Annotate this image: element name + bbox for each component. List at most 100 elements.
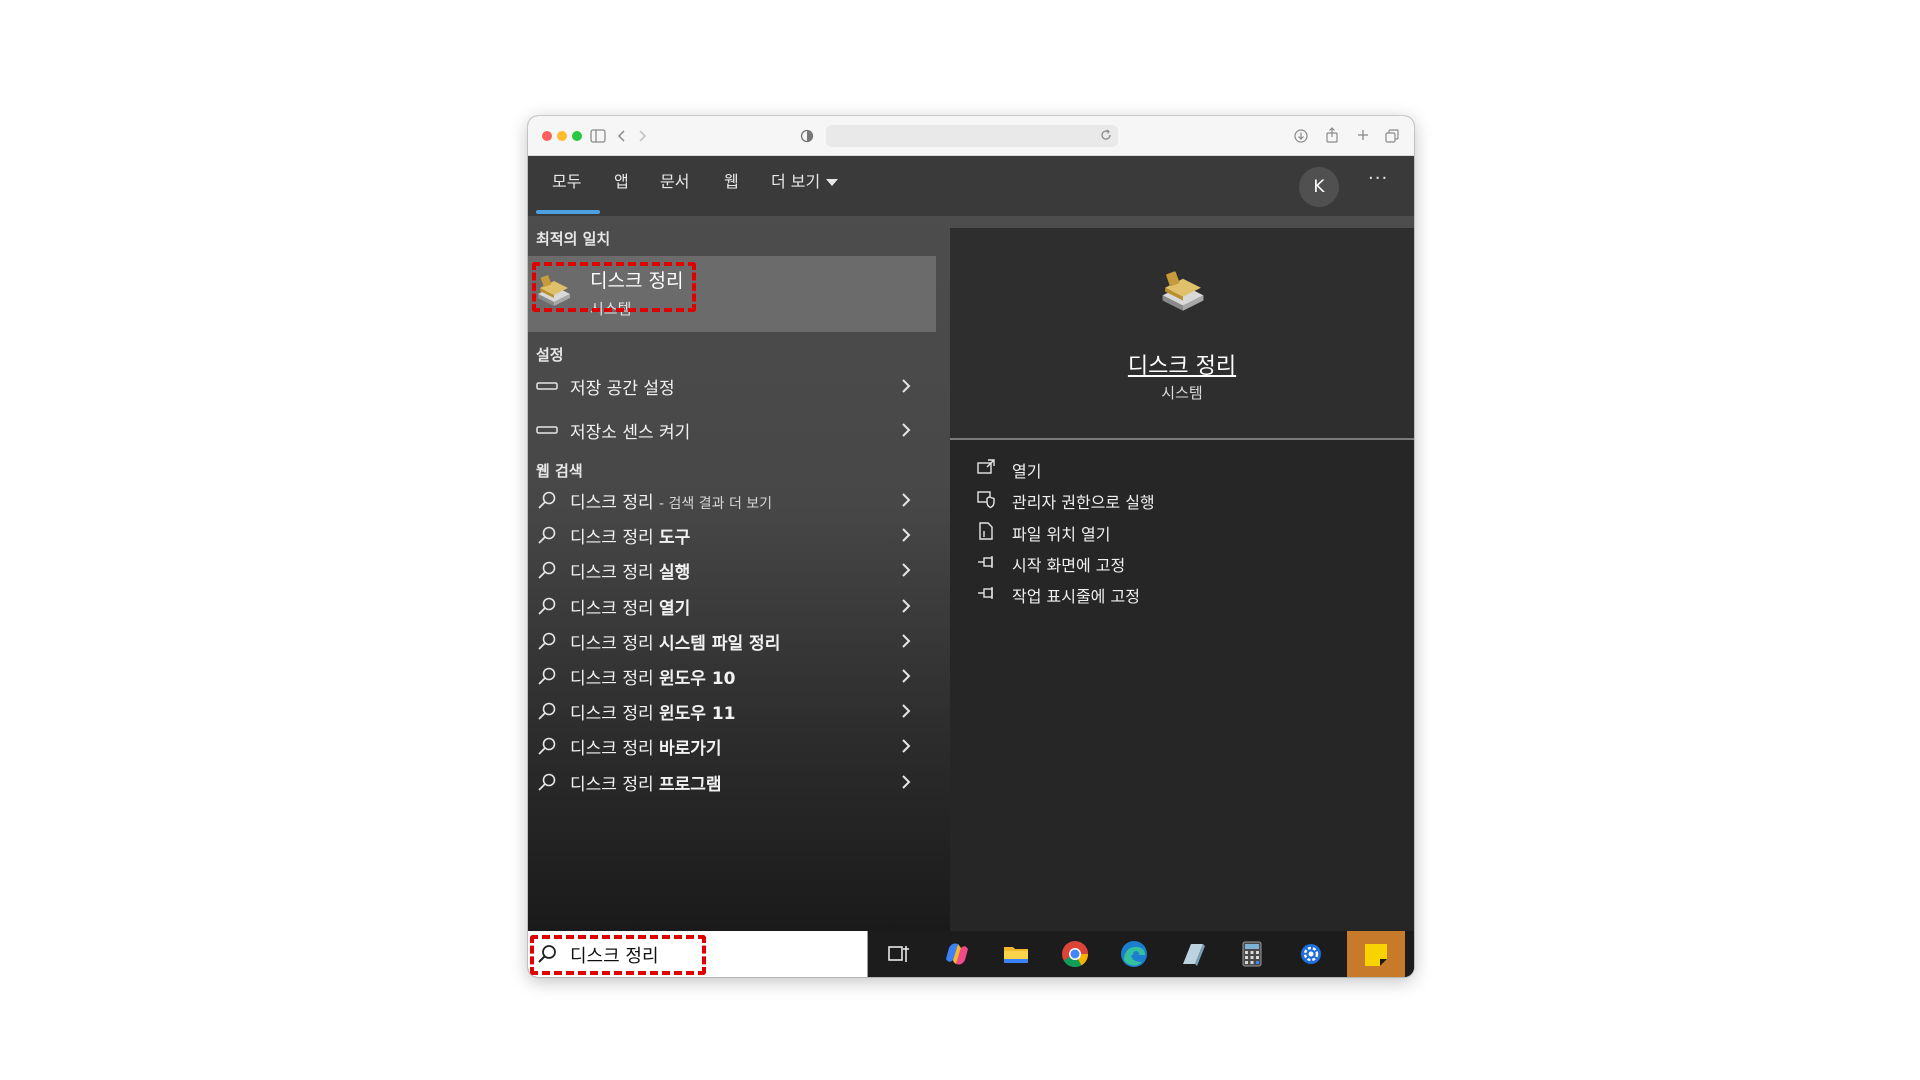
tab-web[interactable]: 웹: [724, 170, 739, 194]
disk-cleanup-taskbar-icon[interactable]: [1177, 938, 1209, 970]
web-search-label: 디스크 정리 윈도우 11: [570, 699, 736, 724]
search-icon: [538, 702, 556, 720]
taskbar: 디스크 정리: [528, 931, 1414, 977]
chevron-right-icon: [902, 379, 911, 393]
task-view-icon[interactable]: [882, 938, 914, 970]
chrome-icon[interactable]: [1059, 938, 1091, 970]
copilot-icon[interactable]: [941, 938, 973, 970]
storage-drive-icon: [536, 382, 558, 390]
edge-icon[interactable]: [1118, 938, 1150, 970]
storage-drive-icon: [536, 426, 558, 434]
calculator-icon[interactable]: [1236, 938, 1268, 970]
query-base: 디스크 정리: [570, 493, 654, 513]
query-suffix: 열기: [659, 599, 691, 619]
browser-window: 모두 앱 문서 웹 더 보기 K ··· 최적의 일치 디스크 정리 시스템 설…: [528, 116, 1414, 977]
sidebar-icon[interactable]: [590, 129, 606, 143]
minimize-window-button[interactable]: [557, 131, 567, 141]
best-match-heading: 최적의 일치: [536, 230, 611, 248]
sticky-notes-tile[interactable]: [1347, 931, 1405, 977]
query-base: 디스크 정리: [570, 704, 654, 724]
query-base: 디스크 정리: [570, 599, 654, 619]
chevron-right-icon: [902, 704, 911, 718]
chevron-right-icon: [902, 563, 911, 577]
query-suffix: 실행: [659, 563, 691, 583]
preview-app-name[interactable]: 디스크 정리: [950, 348, 1414, 380]
preview-action-label: 시작 화면에 고정: [1012, 556, 1126, 575]
search-icon: [538, 597, 556, 615]
zoom-window-button[interactable]: [572, 131, 582, 141]
web-search-item[interactable]: 디스크 정리 도구: [528, 515, 936, 555]
forward-icon[interactable]: [638, 129, 648, 143]
best-match-highlight: [532, 262, 696, 312]
settings-item-storage[interactable]: 저장 공간 설정: [528, 366, 936, 406]
active-tab-indicator: [536, 210, 600, 214]
search-icon: [538, 491, 556, 509]
open-icon: [977, 459, 995, 474]
tab-more[interactable]: 더 보기: [771, 170, 839, 194]
web-search-item[interactable]: 디스크 정리 바로가기: [528, 726, 936, 766]
web-search-label: 디스크 정리 프로그램: [570, 770, 722, 795]
privacy-shield-icon[interactable]: [800, 129, 814, 143]
chevron-right-icon: [902, 599, 911, 613]
preview-action[interactable]: 시작 화면에 고정: [976, 550, 1376, 576]
query-base: 디스크 정리: [570, 563, 654, 583]
chevron-right-icon: [902, 775, 911, 789]
web-search-item[interactable]: 디스크 정리 - 검색 결과 더 보기: [528, 480, 936, 520]
chevron-right-icon: [902, 739, 911, 753]
preview-action-label: 관리자 권한으로 실행: [1012, 493, 1155, 512]
web-search-label: 디스크 정리 도구: [570, 523, 690, 548]
settings-app-icon[interactable]: [1295, 938, 1327, 970]
address-bar[interactable]: [826, 125, 1118, 147]
account-avatar[interactable]: K: [1299, 167, 1339, 207]
file-explorer-icon[interactable]: [1000, 938, 1032, 970]
new-tab-icon[interactable]: [1357, 129, 1369, 141]
web-search-item[interactable]: 디스크 정리 윈도우 11: [528, 691, 936, 731]
search-icon: [538, 773, 556, 791]
search-icon: [538, 561, 556, 579]
sticky-notes-icon: [1365, 944, 1387, 966]
tab-apps[interactable]: 앱: [614, 170, 629, 194]
preview-action[interactable]: 작업 표시줄에 고정: [976, 581, 1376, 607]
settings-item-storage-sense[interactable]: 저장소 센스 켜기: [528, 410, 936, 450]
preview-action-label: 열기: [1012, 462, 1042, 481]
preview-header: 디스크 정리 시스템: [950, 228, 1414, 440]
preview-action[interactable]: 파일 위치 열기: [976, 519, 1376, 545]
tab-documents[interactable]: 문서: [660, 170, 689, 194]
preview-pane: 디스크 정리 시스템 열기관리자 권한으로 실행파일 위치 열기시작 화면에 고…: [950, 228, 1414, 931]
search-icon: [538, 737, 556, 755]
more-options-button[interactable]: ···: [1368, 168, 1388, 189]
admin-shield-icon: [977, 491, 995, 509]
web-search-heading: 웹 검색: [536, 462, 583, 480]
settings-heading: 설정: [536, 346, 564, 364]
search-icon: [538, 632, 556, 650]
web-search-item[interactable]: 디스크 정리 시스템 파일 정리: [528, 621, 936, 661]
web-search-label: 디스크 정리 - 검색 결과 더 보기: [570, 488, 772, 513]
browser-toolbar: [528, 116, 1414, 156]
search-icon: [538, 526, 556, 544]
tab-all[interactable]: 모두: [552, 170, 581, 194]
preview-action[interactable]: 관리자 권한으로 실행: [976, 487, 1376, 513]
close-window-button[interactable]: [542, 131, 552, 141]
tab-overview-icon[interactable]: [1385, 129, 1399, 143]
chevron-right-icon: [902, 493, 911, 507]
results-list: 최적의 일치 디스크 정리 시스템 설정 저장 공간 설정 저장소 센스 켜기 …: [528, 216, 936, 931]
web-search-item[interactable]: 디스크 정리 윈도우 10: [528, 656, 936, 696]
web-search-item[interactable]: 디스크 정리 실행: [528, 550, 936, 590]
query-base: 디스크 정리: [570, 739, 654, 759]
preview-app-type: 시스템: [1161, 384, 1203, 402]
preview-action-label: 파일 위치 열기: [1012, 525, 1111, 544]
reload-icon[interactable]: [1100, 129, 1112, 141]
web-search-label: 디스크 정리 바로가기: [570, 734, 722, 759]
share-icon[interactable]: [1325, 127, 1339, 143]
file-location-icon: [979, 522, 993, 540]
web-search-label: 디스크 정리 시스템 파일 정리: [570, 629, 780, 654]
tab-more-label: 더 보기: [771, 172, 821, 191]
preview-action[interactable]: 열기: [976, 456, 1376, 482]
web-search-item[interactable]: 디스크 정리 프로그램: [528, 762, 936, 802]
preview-app-name-text: 디스크 정리: [1127, 354, 1237, 379]
query-base: 디스크 정리: [570, 634, 654, 654]
download-icon[interactable]: [1294, 129, 1308, 143]
back-icon[interactable]: [616, 129, 626, 143]
web-search-label: 디스크 정리 윈도우 10: [570, 664, 736, 689]
web-search-item[interactable]: 디스크 정리 열기: [528, 586, 936, 626]
